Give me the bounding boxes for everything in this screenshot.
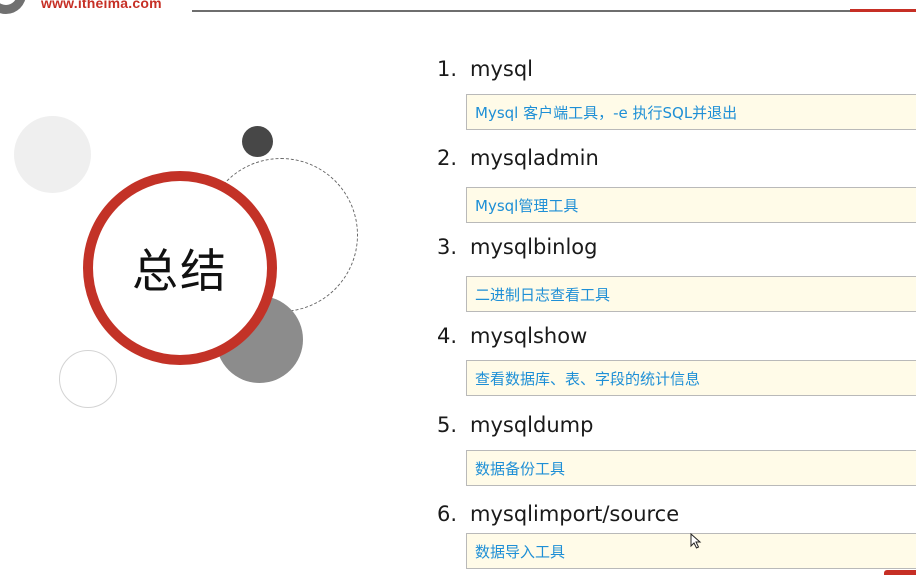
slide: www.itheima.com 总结 1. mysql Mysql 客户端工具，-… xyxy=(0,0,916,575)
list-item-title: 1. mysql xyxy=(437,57,533,81)
tool-list: 1. mysql Mysql 客户端工具，-e 执行SQL并退出 2. mysqla… xyxy=(437,0,916,575)
list-item-description-box: 查看数据库、表、字段的统计信息 xyxy=(466,360,916,396)
list-item-description: 数据备份工具 xyxy=(475,459,566,478)
title-circle: 总结 xyxy=(83,171,277,365)
itheima-logo-icon xyxy=(0,0,26,14)
list-item-description: Mysql 客户端工具，-e 执行SQL并退出 xyxy=(475,103,738,122)
list-item-name: mysqlbinlog xyxy=(470,235,598,259)
mouse-cursor-icon xyxy=(690,533,702,549)
list-item-number: 2. xyxy=(437,146,458,170)
list-item-number: 1. xyxy=(437,57,458,81)
list-item-description-box: Mysql管理工具 xyxy=(466,187,916,223)
list-item-title: 4. mysqlshow xyxy=(437,324,587,348)
list-item-name: mysqlimport/source xyxy=(470,502,680,526)
list-item-title: 3. mysqlbinlog xyxy=(437,235,597,259)
list-item-name: mysqlshow xyxy=(470,324,588,348)
logo-text: www.itheima.com xyxy=(41,0,162,11)
list-item-name: mysqladmin xyxy=(470,146,599,170)
list-item-description: 二进制日志查看工具 xyxy=(475,285,611,304)
list-item-description-box: 二进制日志查看工具 xyxy=(466,276,916,312)
list-item-number: 4. xyxy=(437,324,458,348)
list-item-description: 数据导入工具 xyxy=(475,542,566,561)
list-item-number: 3. xyxy=(437,235,458,259)
list-item-number: 5. xyxy=(437,413,458,437)
list-item-title: 2. mysqladmin xyxy=(437,146,599,170)
list-item-description: 查看数据库、表、字段的统计信息 xyxy=(475,369,701,388)
list-item-description: Mysql管理工具 xyxy=(475,196,579,215)
list-item-name: mysql xyxy=(470,57,533,81)
decor-dark-dot xyxy=(242,126,273,157)
list-item-description-box: 数据备份工具 xyxy=(466,450,916,486)
corner-accent-bar xyxy=(884,570,916,575)
decor-outline-circle xyxy=(59,350,117,408)
list-item-number: 6. xyxy=(437,502,458,526)
list-item-description-box: Mysql 客户端工具，-e 执行SQL并退出 xyxy=(466,94,916,130)
list-item-title: 6. mysqlimport/source xyxy=(437,502,679,526)
page-title: 总结 xyxy=(132,244,228,298)
list-item-title: 5. mysqldump xyxy=(437,413,593,437)
list-item-name: mysqldump xyxy=(470,413,594,437)
decor-light-gray-circle xyxy=(14,116,91,193)
